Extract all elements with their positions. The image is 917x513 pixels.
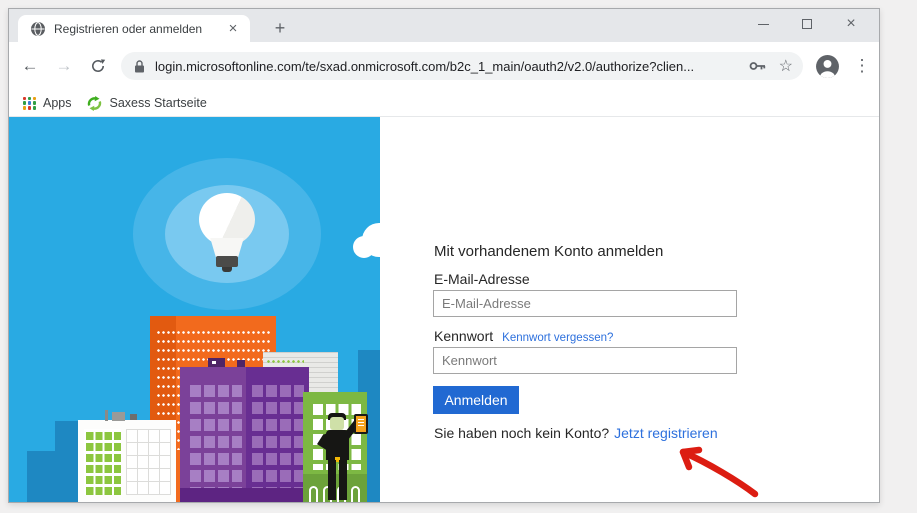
purple-building	[180, 367, 309, 502]
person-leg	[328, 460, 336, 500]
back-button[interactable]: ←	[17, 53, 43, 79]
signup-row: Sie haben noch kein Konto? Jetzt registri…	[434, 425, 718, 441]
form-heading: Mit vorhandenem Konto anmelden	[434, 243, 663, 260]
browser-menu-button[interactable]: ⋮	[850, 56, 874, 76]
url-text[interactable]: login.microsoftonline.com/te/sxad.onmicr…	[155, 59, 737, 74]
password-key-button[interactable]	[749, 60, 767, 72]
arch	[309, 486, 318, 502]
profile-avatar-button[interactable]	[815, 54, 840, 79]
cloud-shape	[353, 236, 375, 258]
person-head	[330, 417, 344, 430]
email-field[interactable]	[433, 290, 737, 317]
register-link[interactable]: Jetzt registrieren	[614, 425, 717, 441]
roof-antenna	[105, 410, 108, 421]
page-content: Mit vorhandenem Konto anmelden E-Mail-Ad…	[9, 117, 879, 502]
password-label: Kennwort	[434, 328, 493, 344]
roof-box	[237, 360, 245, 367]
tab-strip: Registrieren oder anmelden × + ×	[9, 9, 879, 42]
white-building	[78, 420, 176, 502]
arch	[351, 486, 360, 502]
password-label-row: Kennwort Kennwort vergessen?	[434, 328, 613, 344]
apps-grid-icon	[23, 97, 36, 110]
purple-building-windows-left	[187, 380, 242, 488]
bookmark-star-icon[interactable]: ☆	[779, 56, 793, 76]
tab-title: Registrieren oder anmelden	[54, 22, 224, 36]
white-building-green-windows	[84, 429, 121, 495]
no-account-text: Sie haben noch kein Konto?	[434, 425, 609, 441]
address-bar[interactable]: login.microsoftonline.com/te/sxad.onmicr…	[121, 52, 803, 80]
forward-button: →	[51, 53, 77, 79]
tab-close-icon[interactable]: ×	[224, 20, 242, 38]
person-figure	[326, 430, 349, 460]
window-controls: ×	[741, 9, 873, 39]
hero-illustration	[9, 117, 380, 502]
white-building-windows	[126, 429, 171, 495]
key-icon	[749, 60, 767, 72]
bookmark-saxess-label: Saxess Startseite	[110, 96, 207, 110]
roof-box	[112, 412, 125, 421]
password-field[interactable]	[433, 347, 737, 374]
person-leg	[339, 460, 347, 500]
close-icon: ×	[846, 16, 855, 32]
lock-icon	[133, 59, 146, 74]
maximize-icon	[802, 19, 812, 29]
sync-arrows-icon	[86, 95, 103, 112]
purple-building-base	[180, 488, 309, 502]
maximize-button[interactable]	[785, 10, 829, 38]
red-arrow-annotation	[666, 442, 762, 500]
browser-tab[interactable]: Registrieren oder anmelden ×	[18, 15, 250, 42]
globe-icon	[30, 21, 46, 37]
roof-box	[208, 358, 225, 367]
bookmarks-bar: Apps Saxess Startseite	[9, 90, 879, 117]
tablet-device	[354, 414, 368, 434]
purple-building-windows-right	[249, 380, 304, 488]
bookmark-saxess[interactable]: Saxess Startseite	[86, 95, 207, 112]
lightbulb-nub	[222, 267, 232, 272]
avatar-icon	[815, 54, 840, 79]
browser-window: Registrieren oder anmelden × + × ← → log…	[8, 8, 880, 503]
reload-button[interactable]	[85, 53, 111, 79]
roof-box-light	[212, 361, 216, 364]
login-form: Mit vorhandenem Konto anmelden E-Mail-Ad…	[380, 117, 879, 502]
tablet-screen-lines	[358, 419, 364, 427]
bookmark-apps-label: Apps	[43, 96, 72, 110]
bookmark-apps[interactable]: Apps	[23, 96, 72, 110]
minimize-button[interactable]	[741, 10, 785, 38]
close-window-button[interactable]: ×	[829, 10, 873, 38]
new-tab-button[interactable]: +	[267, 16, 293, 42]
sign-in-button[interactable]: Anmelden	[433, 386, 519, 414]
email-label: E-Mail-Adresse	[434, 271, 530, 287]
browser-toolbar: ← → login.microsoftonline.com/te/sxad.on…	[9, 42, 879, 90]
lightbulb-socket	[216, 256, 238, 267]
minimize-icon	[758, 24, 769, 25]
reload-icon	[90, 58, 106, 74]
roof-box	[130, 414, 137, 420]
forgot-password-link[interactable]: Kennwort vergessen?	[502, 332, 613, 344]
